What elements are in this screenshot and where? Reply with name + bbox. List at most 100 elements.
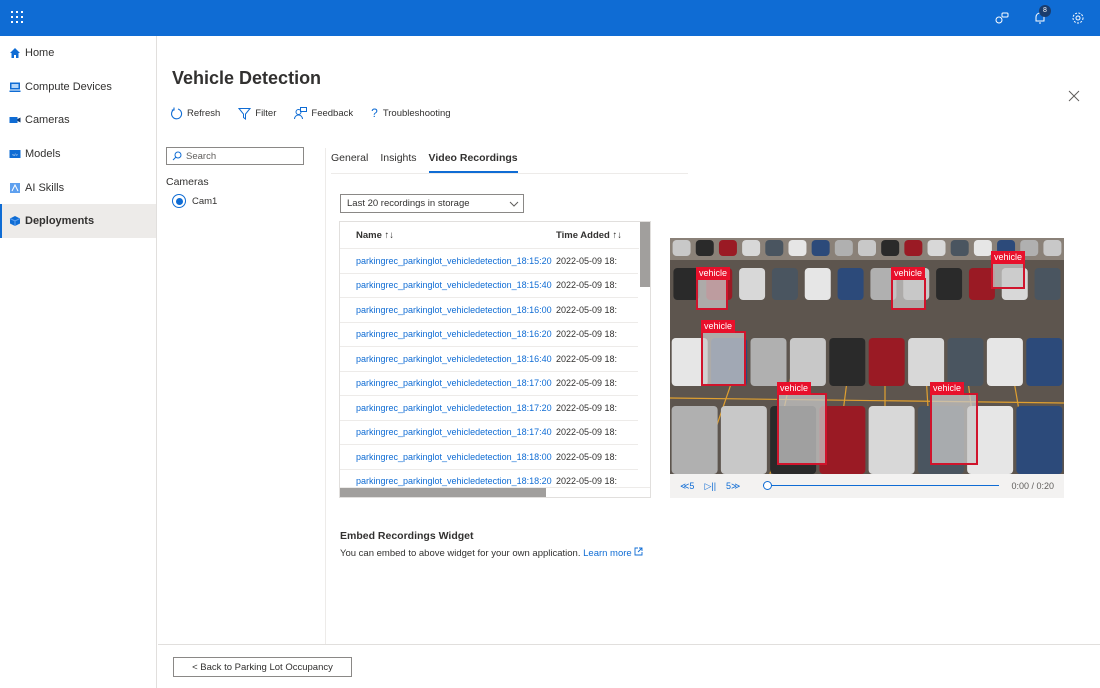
- top-bar: 8: [0, 0, 1100, 36]
- sidebar-item-ai-skills[interactable]: AI Skills: [0, 171, 156, 205]
- car-shape: [947, 338, 984, 386]
- video-player[interactable]: vehicle vehicle vehicle vehicle vehicle vehic…: [670, 238, 1064, 474]
- tab-general[interactable]: General: [331, 152, 368, 173]
- forward-5s-button[interactable]: 5≫: [726, 481, 740, 492]
- vertical-scrollbar-thumb[interactable]: [640, 222, 650, 287]
- recording-name-link[interactable]: parkingrec_parkinglot_vehicledetection_1…: [340, 378, 556, 388]
- footer-divider: [158, 644, 1100, 645]
- refresh-button[interactable]: Refresh: [170, 107, 220, 120]
- car-shape: [881, 240, 900, 256]
- app-launcher-icon[interactable]: [11, 11, 25, 25]
- recording-name-link[interactable]: parkingrec_parkinglot_vehicledetection_1…: [340, 476, 556, 486]
- blurred-region: [993, 264, 1023, 287]
- recording-name-link[interactable]: parkingrec_parkinglot_vehicledetection_1…: [340, 403, 556, 413]
- sidebar-item-home[interactable]: Home: [0, 36, 156, 70]
- troubleshooting-button[interactable]: ? Troubleshooting: [371, 106, 450, 120]
- sidebar-item-label: Models: [25, 147, 61, 160]
- detection-bounding-box: vehicle: [991, 251, 1026, 289]
- recording-name-link[interactable]: parkingrec_parkinglot_vehicledetection_1…: [340, 354, 556, 364]
- rewind-5s-button[interactable]: ≪5: [680, 481, 694, 492]
- search-input[interactable]: Search: [166, 147, 304, 165]
- ai-skills-icon: [8, 181, 21, 194]
- seek-slider[interactable]: [763, 481, 999, 490]
- table-row[interactable]: parkingrec_parkinglot_vehicledetection_1…: [340, 396, 638, 421]
- seek-slider-handle[interactable]: [763, 481, 772, 490]
- detection-label: vehicle: [891, 267, 926, 280]
- recording-time-added: 2022-05-09 18:: [556, 280, 618, 291]
- recording-time-added: 2022-05-09 18:: [556, 427, 618, 438]
- sidebar: Home Compute Devices Cameras </> Models …: [0, 36, 157, 688]
- tab-video-recordings[interactable]: Video Recordings: [428, 152, 518, 173]
- recording-name-link[interactable]: parkingrec_parkinglot_vehicledetection_1…: [340, 427, 556, 437]
- car-shape: [904, 240, 923, 256]
- column-header-time-added[interactable]: Time Added ↑↓: [556, 230, 636, 241]
- search-placeholder: Search: [186, 150, 217, 162]
- refresh-icon: [171, 107, 183, 119]
- filter-button[interactable]: Filter: [238, 107, 276, 120]
- radio-button[interactable]: [172, 194, 186, 208]
- sidebar-item-label: AI Skills: [25, 181, 65, 194]
- recording-time-added: 2022-05-09 18:: [556, 353, 618, 364]
- detection-label: vehicle: [696, 267, 731, 280]
- table-row[interactable]: parkingrec_parkinglot_vehicledetection_1…: [340, 249, 638, 274]
- column-header-name[interactable]: Name ↑↓: [340, 230, 556, 241]
- filter-label: Filter: [255, 107, 277, 119]
- horizontal-scrollbar[interactable]: [340, 487, 650, 497]
- tab-insights[interactable]: Insights: [380, 152, 416, 173]
- detection-bounding-box: vehicle: [777, 382, 827, 465]
- sidebar-item-deployments[interactable]: Deployments: [0, 204, 156, 239]
- embed-description: You can embed to above widget for your o…: [340, 547, 643, 559]
- recording-name-link[interactable]: parkingrec_parkinglot_vehicledetection_1…: [340, 280, 556, 290]
- table-row[interactable]: parkingrec_parkinglot_vehicledetection_1…: [340, 347, 638, 372]
- table-row[interactable]: parkingrec_parkinglot_vehicledetection_1…: [340, 274, 638, 298]
- learn-more-label: Learn more: [583, 548, 632, 559]
- detection-label: vehicle: [777, 382, 812, 395]
- car-shape: [750, 338, 787, 386]
- table-row[interactable]: parkingrec_parkinglot_vehicledetection_1…: [340, 445, 638, 470]
- sidebar-item-cameras[interactable]: Cameras: [0, 103, 156, 137]
- car-shape: [718, 240, 737, 256]
- camera-radio-cam1[interactable]: Cam1: [172, 194, 217, 208]
- car-shape: [868, 406, 915, 474]
- table-row[interactable]: parkingrec_parkinglot_vehicledetection_1…: [340, 323, 638, 347]
- car-shape: [672, 240, 691, 256]
- external-link-icon: [634, 547, 643, 556]
- detection-bounding-box: vehicle: [891, 267, 926, 310]
- recording-name-link[interactable]: parkingrec_parkinglot_vehicledetection_1…: [340, 329, 556, 339]
- car-shape: [1043, 240, 1062, 256]
- close-icon[interactable]: [1068, 89, 1082, 103]
- detection-bounding-box: vehicle: [696, 267, 731, 310]
- chat-icon[interactable]: [990, 6, 1014, 30]
- sidebar-item-label: Cameras: [25, 114, 70, 127]
- recordings-filter-dropdown[interactable]: Last 20 recordings in storage: [340, 194, 524, 213]
- feedback-button[interactable]: Feedback: [294, 106, 353, 120]
- svg-text:</>: </>: [12, 152, 18, 157]
- horizontal-scrollbar-thumb[interactable]: [340, 488, 546, 497]
- model-icon: </>: [8, 147, 21, 160]
- recording-name-link[interactable]: parkingrec_parkinglot_vehicledetection_1…: [340, 256, 556, 266]
- recording-name-link[interactable]: parkingrec_parkinglot_vehicledetection_1…: [340, 305, 556, 315]
- table-row[interactable]: parkingrec_parkinglot_vehicledetection_1…: [340, 298, 638, 323]
- car-shape: [671, 406, 718, 474]
- panel-divider: [325, 148, 326, 644]
- notification-bell-icon[interactable]: 8: [1028, 5, 1052, 30]
- embed-title: Embed Recordings Widget: [340, 530, 474, 542]
- sidebar-item-compute-devices[interactable]: Compute Devices: [0, 70, 156, 104]
- back-button[interactable]: < Back to Parking Lot Occupancy: [173, 657, 352, 677]
- recording-time-added: 2022-05-09 18:: [556, 329, 618, 340]
- dropdown-value: Last 20 recordings in storage: [347, 198, 470, 209]
- table-row[interactable]: parkingrec_parkinglot_vehicledetection_1…: [340, 421, 638, 445]
- blurred-region: [703, 333, 744, 384]
- sidebar-item-label: Compute Devices: [25, 80, 112, 93]
- chevron-down-icon: [509, 201, 519, 207]
- car-shape: [765, 240, 784, 256]
- play-pause-button[interactable]: ▷||: [704, 481, 716, 492]
- car-shape: [986, 338, 1023, 386]
- learn-more-link[interactable]: Learn more: [583, 547, 643, 559]
- table-row[interactable]: parkingrec_parkinglot_vehicledetection_1…: [340, 372, 638, 396]
- recording-name-link[interactable]: parkingrec_parkinglot_vehicledetection_1…: [340, 452, 556, 462]
- gear-icon[interactable]: [1066, 6, 1090, 30]
- blurred-region: [932, 395, 976, 463]
- vertical-scrollbar[interactable]: [639, 222, 650, 487]
- sidebar-item-models[interactable]: </> Models: [0, 137, 156, 171]
